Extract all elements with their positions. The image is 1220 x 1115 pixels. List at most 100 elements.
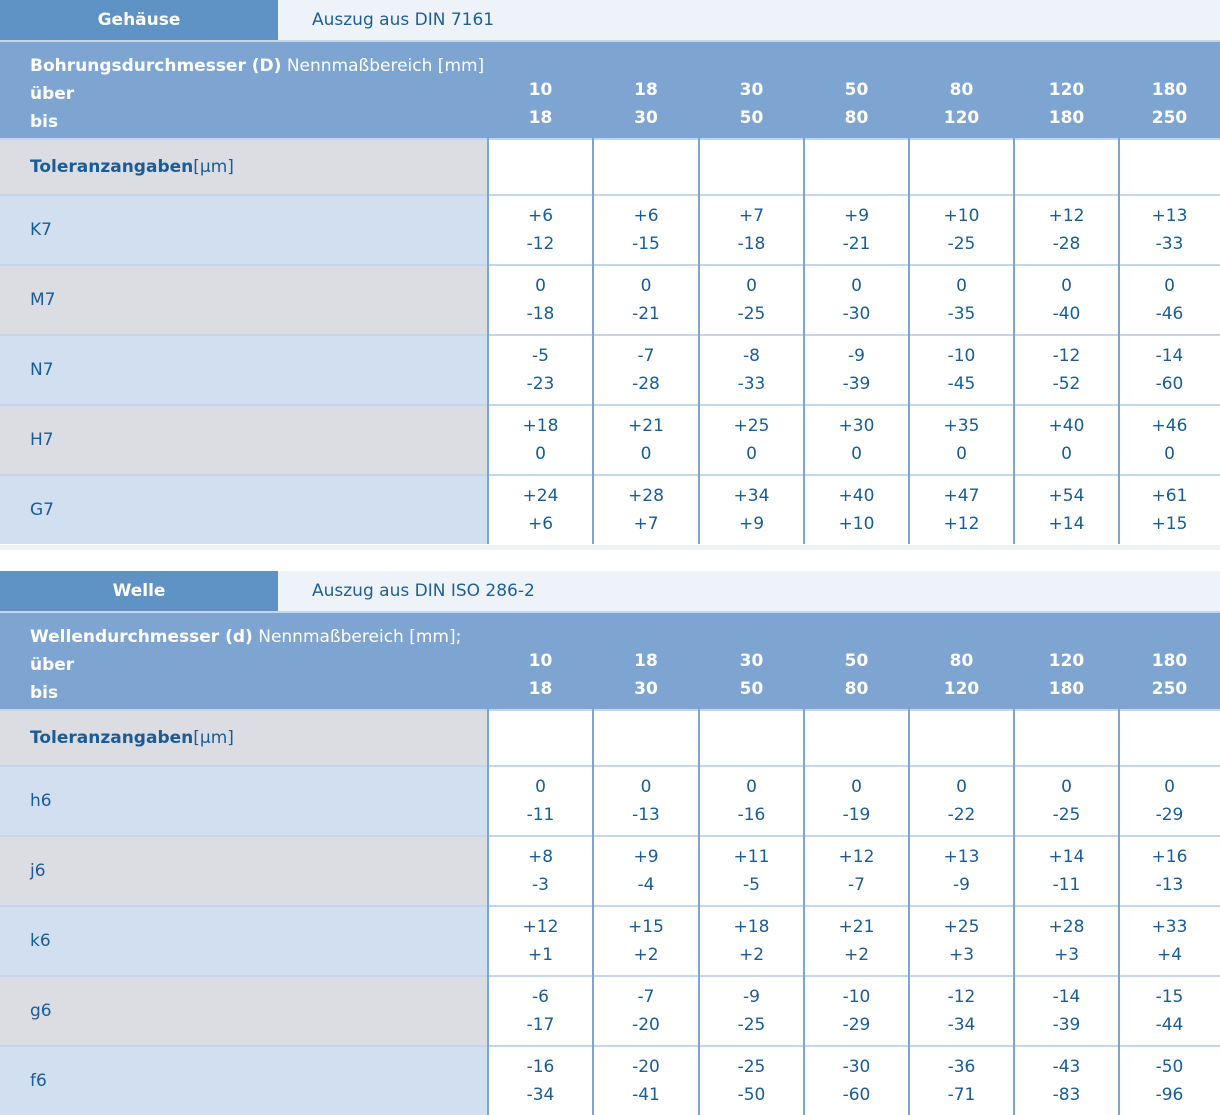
range-to-value: 18 <box>528 108 553 128</box>
range-over-value: 180 <box>1151 651 1188 671</box>
tolerance-value-cell: -6 -17 <box>488 977 593 1045</box>
upper-deviation: +18 <box>522 416 559 436</box>
lower-deviation: -83 <box>1052 1085 1081 1105</box>
upper-deviation: -14 <box>1155 346 1184 366</box>
lower-deviation: +2 <box>843 945 870 965</box>
tolerance-value-cell: +16 -13 <box>1119 837 1220 905</box>
tolerance-value-cell: -9 -25 <box>699 977 804 1045</box>
tolerance-value-cell: +25 0 <box>699 406 804 474</box>
upper-deviation: 0 <box>851 777 862 797</box>
lower-deviation: -13 <box>632 805 660 825</box>
upper-deviation: +7 <box>738 206 765 226</box>
header-range-cell: 180 250 <box>1119 613 1220 709</box>
lower-deviation: +3 <box>1053 945 1080 965</box>
range-to-value: 120 <box>943 108 980 128</box>
upper-deviation: +40 <box>1048 416 1085 436</box>
tolerance-value-cell: 0 -19 <box>804 767 909 835</box>
upper-deviation: -16 <box>526 1057 555 1077</box>
range-to-value: 250 <box>1151 679 1188 699</box>
tolerance-value-cell: +15 +2 <box>593 907 699 975</box>
section-tab-row: Welle Auszug aus DIN ISO 286-2 <box>0 571 1220 613</box>
upper-deviation: -43 <box>1052 1057 1081 1077</box>
range-over-value: 18 <box>634 651 658 671</box>
table-row: M7 0 -18 0 -21 0 -25 0 -30 0 -35 0 -40 0 -46 <box>0 266 1220 334</box>
tolerance-value-cell: 0 -25 <box>699 266 804 334</box>
column-divider <box>908 613 910 1115</box>
tolerance-value-cell: -15 -44 <box>1119 977 1220 1045</box>
range-to-value: 80 <box>844 108 869 128</box>
lower-deviation: -29 <box>1155 805 1184 825</box>
section-tab-row: Gehäuse Auszug aus DIN 7161 <box>0 0 1220 42</box>
lower-deviation: -18 <box>526 304 555 324</box>
tolerance-value-cell: 0 -13 <box>593 767 699 835</box>
upper-deviation: +21 <box>628 416 664 436</box>
tolerance-label-unit: [µm] <box>193 728 234 748</box>
table-row: K7 +6 -12 +6 -15 +7 -18 +9 -21 +10 -25 +12 -28 +13 -33 <box>0 196 1220 264</box>
range-to-value: 50 <box>739 108 764 128</box>
range-over-value: 80 <box>949 651 974 671</box>
lower-deviation: -34 <box>526 1085 555 1105</box>
range-over-value: 10 <box>528 80 553 100</box>
lower-deviation: -28 <box>1052 234 1081 254</box>
header-range-cell: 80 120 <box>909 42 1014 138</box>
tolerance-value-cell: 0 -30 <box>804 266 909 334</box>
header-range-cell: 30 50 <box>699 42 804 138</box>
tolerance-blank-cell <box>593 140 699 194</box>
lower-deviation: -28 <box>632 374 660 394</box>
section-gehaeuse: Gehäuse Auszug aus DIN 7161 Bohrungsdurchm… <box>0 0 1220 544</box>
section-tab[interactable]: Welle <box>0 571 278 611</box>
tolerance-value-cell: +40 +10 <box>804 476 909 544</box>
upper-deviation: +16 <box>1151 847 1188 867</box>
lower-deviation: -39 <box>1052 1015 1081 1035</box>
tolerance-value-cell: -20 -41 <box>593 1047 699 1115</box>
upper-deviation: -36 <box>947 1057 976 1077</box>
lower-deviation: -60 <box>1155 374 1184 394</box>
lower-deviation: +2 <box>738 945 765 965</box>
lower-deviation: -29 <box>842 1015 871 1035</box>
tolerance-value-cell: -36 -71 <box>909 1047 1014 1115</box>
upper-deviation: +9 <box>843 206 870 226</box>
upper-deviation: 0 <box>851 276 862 296</box>
header-title-unit: Nennmaßbereich [mm] <box>281 56 485 76</box>
range-over-value: 120 <box>1048 651 1085 671</box>
tolerance-value-cell: -14 -39 <box>1014 977 1119 1045</box>
tolerance-value-cell: +11 -5 <box>699 837 804 905</box>
lower-deviation: -20 <box>632 1015 660 1035</box>
range-to-value: 30 <box>634 679 658 699</box>
lower-deviation: +3 <box>948 945 975 965</box>
upper-deviation: +34 <box>733 486 770 506</box>
lower-deviation: -25 <box>1052 805 1081 825</box>
tolerance-blank-cell <box>488 711 593 765</box>
tolerance-value-cell: +28 +3 <box>1014 907 1119 975</box>
table-row: g6 -6 -17 -7 -20 -9 -25 -10 -29 -12 -34 -14 -39 -15 -4… <box>0 977 1220 1045</box>
tolerance-blank-cell <box>1014 140 1119 194</box>
upper-deviation: 0 <box>640 777 652 797</box>
lower-deviation: -13 <box>1155 875 1184 895</box>
tolerance-value-cell: +28 +7 <box>593 476 699 544</box>
range-over-value: 50 <box>844 80 869 100</box>
tolerance-value-cell: -16 -34 <box>488 1047 593 1115</box>
lower-deviation: -21 <box>842 234 871 254</box>
upper-deviation: +21 <box>838 917 875 937</box>
header-title-bold: Bohrungsdurchmesser (D) <box>30 56 282 76</box>
lower-deviation: -16 <box>737 805 766 825</box>
lower-deviation: -41 <box>632 1085 660 1105</box>
header-over-label: über <box>30 655 75 675</box>
lower-deviation: 0 <box>956 444 967 464</box>
column-divider <box>487 613 489 1115</box>
lower-deviation: -45 <box>947 374 976 394</box>
lower-deviation: -60 <box>842 1085 871 1105</box>
column-divider <box>592 42 594 544</box>
upper-deviation: +47 <box>943 486 980 506</box>
lower-deviation: -11 <box>526 805 555 825</box>
header-range-cell: 50 80 <box>804 42 909 138</box>
tolerance-label-unit: [µm] <box>193 157 234 177</box>
tolerance-value-cell: +13 -33 <box>1119 196 1220 264</box>
table-row: k6 +12 +1 +15 +2 +18 +2 +21 +2 +25 +3 +28 +3 +33 +4 <box>0 907 1220 975</box>
header-range-cell: 18 30 <box>593 613 699 709</box>
lower-deviation: -25 <box>947 234 976 254</box>
header-range-cell: 180 250 <box>1119 42 1220 138</box>
section-tab[interactable]: Gehäuse <box>0 0 278 40</box>
upper-deviation: -9 <box>848 346 865 366</box>
range-over-value: 50 <box>844 651 869 671</box>
